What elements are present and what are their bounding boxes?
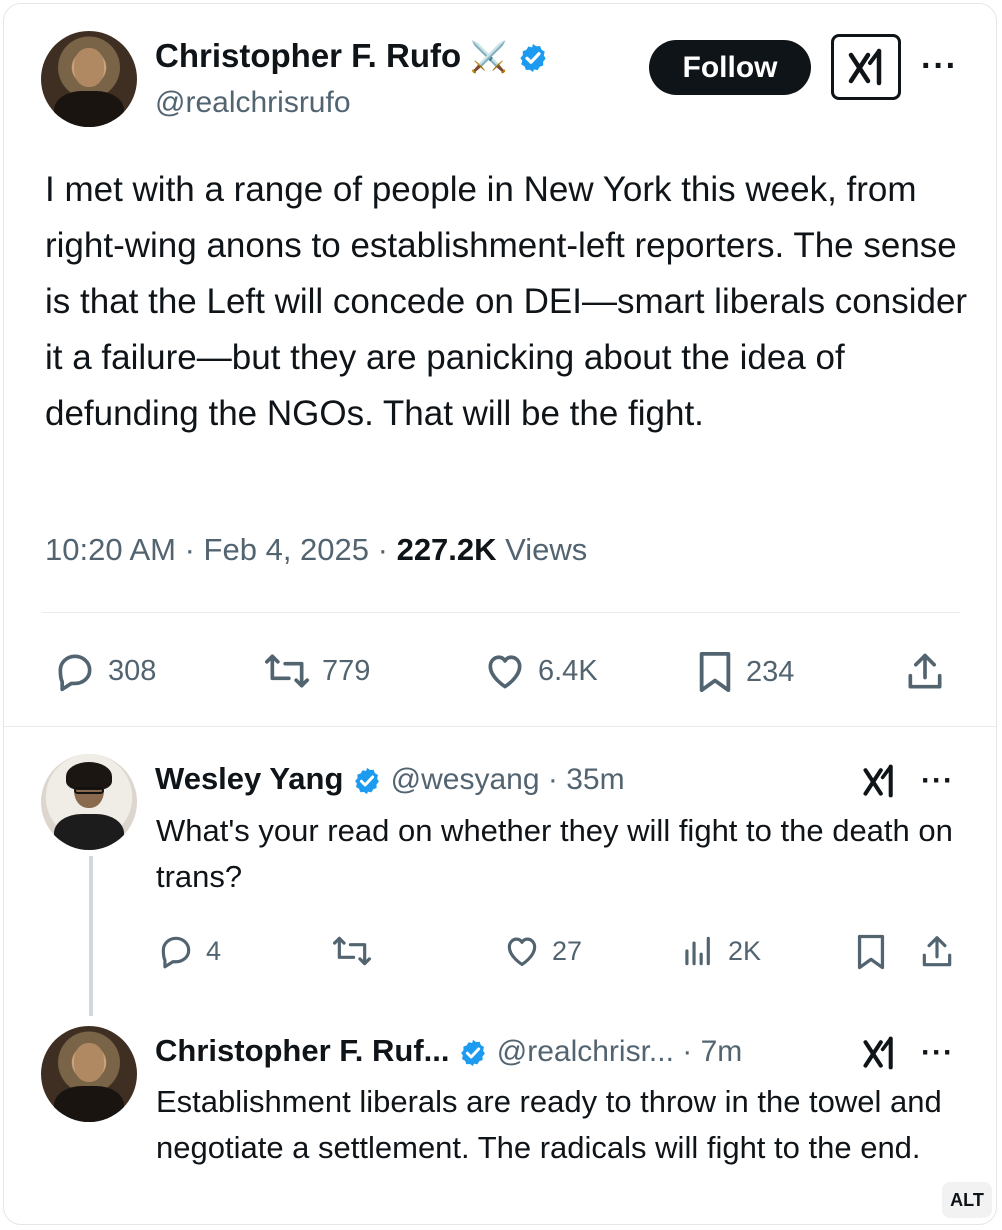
grok-icon[interactable] (862, 1035, 896, 1071)
reply-author-name[interactable]: Wesley Yang (155, 761, 343, 796)
bookmark-count: 234 (746, 655, 795, 688)
reply-age[interactable]: 7m (701, 1035, 743, 1068)
author-avatar[interactable] (41, 31, 137, 127)
verified-badge-icon (355, 767, 379, 794)
views-label: Views (505, 532, 588, 567)
tweet-card: Christopher F. Rufo ⚔️ @realchrisrufo Fo… (3, 3, 997, 1225)
grok-button[interactable] (831, 34, 901, 100)
bookmark-icon (699, 651, 731, 693)
reply-icon (161, 936, 191, 969)
meta-separator: · (547, 763, 567, 796)
reply-author-avatar[interactable] (41, 754, 137, 850)
repost-count: 779 (322, 654, 371, 687)
alt-text-badge[interactable]: ALT (942, 1182, 992, 1218)
repost-icon (265, 654, 309, 688)
like-icon (507, 937, 537, 967)
verified-badge-icon (461, 1039, 485, 1066)
like-button[interactable]: 27 (502, 932, 582, 970)
more-options-button[interactable]: ··· (921, 49, 958, 83)
divider (4, 726, 996, 727)
like-count: 6.4K (538, 654, 598, 687)
reply-button[interactable]: 4 (156, 932, 221, 970)
repost-button[interactable]: 779 (262, 649, 370, 693)
reply-author-avatar[interactable] (41, 1026, 137, 1122)
reply-header: Christopher F. Ruf... @realchrisr... · 7… (155, 1033, 742, 1069)
share-icon (922, 936, 952, 967)
reply-count: 4 (206, 935, 222, 966)
bookmark-button[interactable] (853, 932, 899, 972)
meta-separator: · (682, 1035, 701, 1068)
views-count: 227.2K (396, 532, 497, 567)
repost-icon (333, 936, 371, 966)
views-icon (685, 936, 710, 966)
reply-age[interactable]: 35m (566, 763, 624, 796)
reply-count: 308 (108, 654, 157, 687)
crossed-swords-icon: ⚔️ (470, 41, 508, 74)
grok-icon (848, 48, 882, 86)
divider (42, 612, 960, 613)
reply-text: Establishment liberals are ready to thro… (156, 1084, 942, 1165)
tweet-date[interactable]: Feb 4, 2025 (204, 532, 369, 567)
thread-connector (89, 856, 93, 1016)
share-button[interactable] (903, 649, 957, 695)
like-count: 27 (552, 935, 583, 966)
tweet-text: I met with a range of people in New York… (45, 170, 968, 433)
more-options-button[interactable]: ··· (921, 766, 954, 796)
repost-button[interactable] (330, 932, 384, 970)
reply-author-handle[interactable]: @realchrisr... (497, 1035, 674, 1068)
reply-icon (58, 654, 92, 692)
tweet-meta: 10:20 AM · Feb 4, 2025 · 227.2K Views (45, 532, 587, 568)
views-count: 2K (728, 935, 762, 966)
share-icon (908, 653, 942, 689)
reply-author-handle[interactable]: @wesyang (391, 763, 540, 796)
like-icon (488, 655, 522, 689)
reply-author-name[interactable]: Christopher F. Ruf... (155, 1033, 450, 1068)
verified-badge-icon (520, 44, 546, 73)
reply-button[interactable]: 308 (52, 649, 156, 693)
reply-text: What's your read on whether they will fi… (156, 813, 953, 894)
author-name-row: Christopher F. Rufo ⚔️ (155, 37, 549, 75)
author-handle[interactable]: @realchrisrufo (155, 86, 351, 120)
meta-separator: · (184, 532, 204, 567)
bookmark-button[interactable]: 234 (694, 649, 794, 695)
like-button[interactable]: 6.4K (482, 649, 598, 693)
bookmark-icon (857, 934, 885, 970)
tweet-time[interactable]: 10:20 AM (45, 532, 176, 567)
follow-button[interactable]: Follow (649, 40, 811, 95)
reply-header: Wesley Yang @wesyang · 35m (155, 761, 625, 797)
more-options-button[interactable]: ··· (921, 1038, 954, 1068)
grok-icon[interactable] (862, 763, 896, 799)
views-button[interactable]: 2K (678, 932, 761, 970)
meta-separator: · (377, 532, 397, 567)
author-name[interactable]: Christopher F. Rufo (155, 37, 461, 74)
share-button[interactable] (918, 932, 966, 972)
